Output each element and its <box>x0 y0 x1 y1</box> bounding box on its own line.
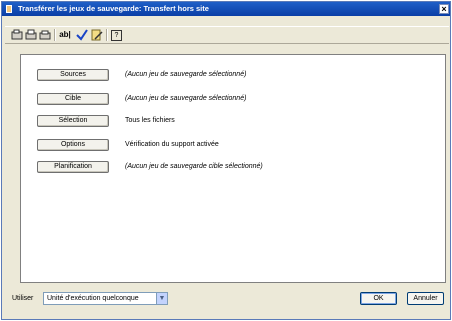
ok-button[interactable]: OK <box>360 292 397 305</box>
execution-select[interactable]: Unité d'exécution quelconque ▼ <box>43 292 168 305</box>
dialog-window: Transférer les jeux de sauvegarde: Trans… <box>1 1 451 320</box>
copy-2-icon[interactable] <box>25 29 37 41</box>
settings-panel: Sources (Aucun jeu de sauvegarde sélecti… <box>20 54 446 283</box>
toolbar: ab| ? <box>5 26 449 44</box>
app-icon <box>6 5 12 13</box>
text-icon[interactable]: ab| <box>58 29 72 41</box>
use-label: Utiliser <box>12 295 34 302</box>
copy-3-icon[interactable] <box>39 29 51 41</box>
cancel-button[interactable]: Annuler <box>407 292 444 305</box>
execution-select-value: Unité d'exécution quelconque <box>47 295 139 302</box>
planification-button[interactable]: Planification <box>37 161 109 173</box>
toolbar-separator <box>54 29 56 41</box>
close-button[interactable]: × <box>439 4 449 14</box>
title-bar[interactable]: Transférer les jeux de sauvegarde: Trans… <box>2 2 450 16</box>
chevron-down-icon[interactable]: ▼ <box>156 293 167 304</box>
options-button[interactable]: Options <box>37 139 109 151</box>
selection-button[interactable]: Sélection <box>37 115 109 127</box>
cible-button[interactable]: Cible <box>37 93 109 105</box>
copy-icon[interactable] <box>11 29 23 41</box>
selection-value: Tous les fichiers <box>125 117 175 124</box>
cible-value: (Aucun jeu de sauvegarde sélectionné) <box>125 95 247 102</box>
help-icon[interactable]: ? <box>111 30 122 41</box>
options-value: Vérification du support activée <box>125 141 219 148</box>
toolbar-separator-2 <box>106 29 108 41</box>
edit-icon[interactable] <box>91 29 103 41</box>
check-icon[interactable] <box>76 29 88 41</box>
window-title: Transférer les jeux de sauvegarde: Trans… <box>18 4 209 13</box>
sources-value: (Aucun jeu de sauvegarde sélectionné) <box>125 71 247 78</box>
sources-button[interactable]: Sources <box>37 69 109 81</box>
planification-value: (Aucun jeu de sauvegarde cible sélection… <box>125 163 263 170</box>
